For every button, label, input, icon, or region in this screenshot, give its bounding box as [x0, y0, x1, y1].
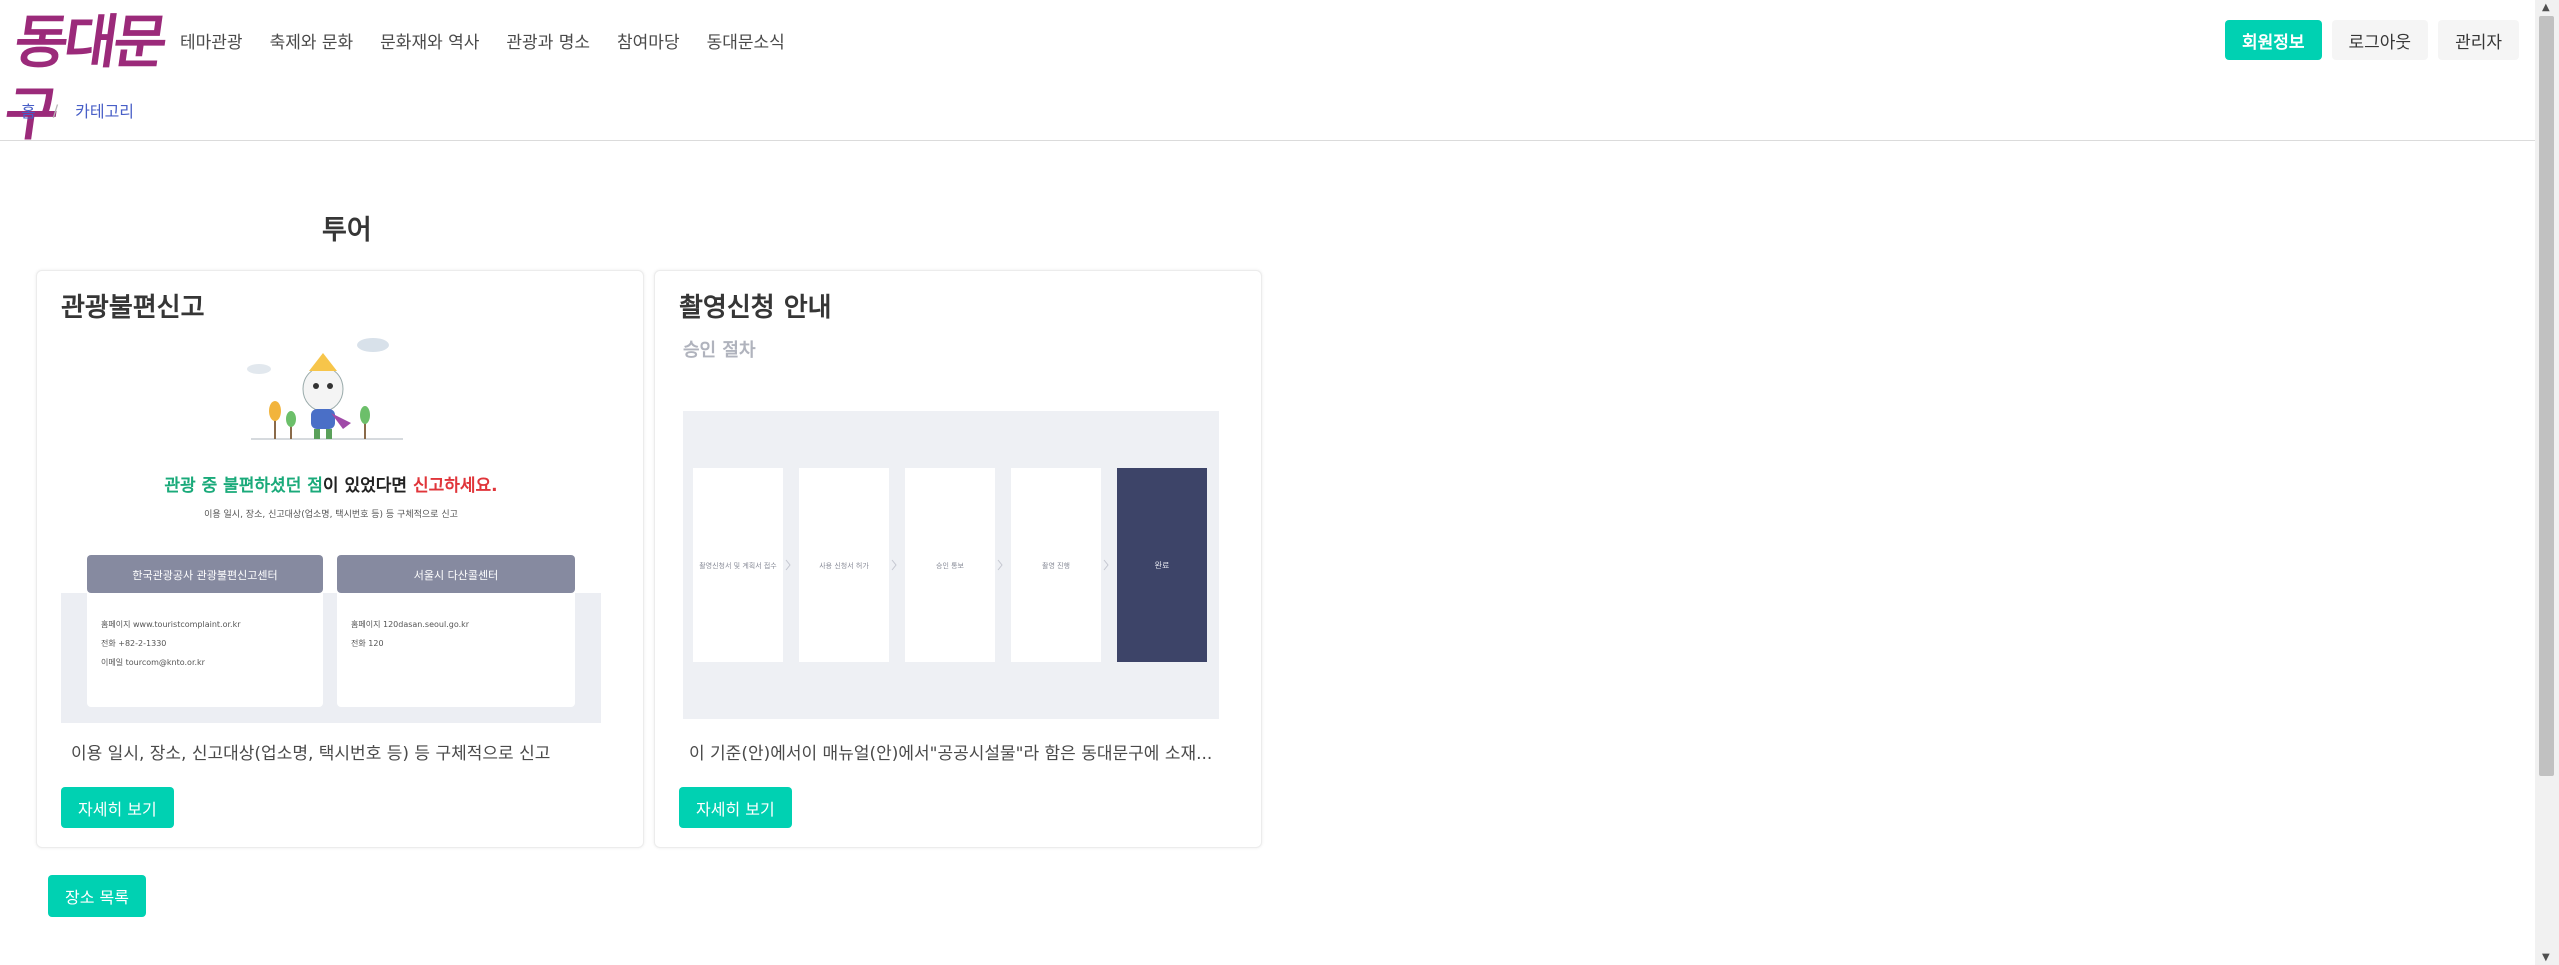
nav-item-attractions[interactable]: 관광과 명소 [506, 28, 590, 53]
site-logo[interactable]: 동대문구 [0, 6, 168, 148]
breadcrumb-current-link[interactable]: 카테고리 [75, 98, 134, 122]
box1-line-2: 전화 +82-2-1330 [101, 638, 166, 648]
page-scrollbar[interactable]: ▲ ▼ [2535, 0, 2559, 965]
box1-title: 한국관광공사 관광불편신고센터 [132, 569, 277, 582]
member-info-button[interactable]: 회원정보 [2224, 20, 2322, 60]
nav-actions: 회원정보 로그아웃 관리자 [2215, 20, 2519, 60]
box2-title: 서울시 다산콜센터 [414, 569, 498, 582]
process-step-4: 촬영 진행 [1042, 561, 1070, 570]
top-navbar: 동대문구 테마관광 축제와 문화 문화재와 역사 관광과 명소 참여마당 동대문… [0, 0, 2535, 148]
breadcrumb-separator: / [52, 100, 59, 120]
card-detail-button[interactable]: 자세히 보기 [679, 787, 792, 828]
complaint-banner-image: 관광 중 불편하셨던 점이 있었다면 신고하세요. 이용 일시, 장소, 신고대… [61, 331, 601, 723]
svg-text:관광 중 불편하셨던 점이 있었다면 신고하세요.: 관광 중 불편하셨던 점이 있었다면 신고하세요. [164, 475, 497, 496]
nav-item-participation[interactable]: 참여마당 [617, 28, 680, 53]
section-title: 투어 [322, 215, 372, 246]
card-description: 이 기준(안)에서이 매뉴얼(안)에서"공공시설물"라 함은 동대문구에 소재.… [689, 744, 1213, 764]
filming-process-image: 승인 절차 촬영신청서 및 계획서 접수 사용 신청서 허가 승인 통보 촬영 … [679, 336, 1219, 728]
scroll-down-arrow-icon[interactable]: ▼ [2542, 952, 2550, 963]
main-nav: 테마관광 축제와 문화 문화재와 역사 관광과 명소 참여마당 동대문소식 [180, 0, 812, 80]
banner-headline-part3: 신고하세요. [413, 476, 498, 496]
nav-item-festival-culture[interactable]: 축제와 문화 [270, 28, 354, 53]
card-tour-complaint: 관광불편신고 관광 중 불편하셨던 점이 있었다면 신고하세요. 이용 일시, … [36, 270, 644, 848]
banner-subline: 이용 일시, 장소, 신고대상(업소명, 택시번호 등) 등 구체적으로 신고 [204, 508, 458, 520]
card-title: 관광불편신고 [61, 293, 205, 323]
process-step-5: 완료 [1155, 561, 1170, 570]
logout-button[interactable]: 로그아웃 [2331, 20, 2429, 60]
card-filming-guide: 촬영신청 안내 승인 절차 촬영신청서 및 계획서 접수 사용 신청서 허가 승… [654, 270, 1262, 848]
process-step-3: 승인 통보 [936, 561, 965, 570]
process-step-1: 촬영신청서 및 계획서 접수 [699, 561, 777, 570]
banner-headline-part1: 관광 중 불편하셨던 점 [164, 476, 323, 496]
box2-line-1: 홈페이지 120dasan.seoul.go.kr [351, 619, 470, 629]
place-list-button[interactable]: 장소 목록 [48, 875, 146, 917]
box1-line-1: 홈페이지 www.touristcomplaint.or.kr [101, 619, 241, 629]
process-step-2: 사용 신청서 허가 [819, 561, 869, 570]
breadcrumb-home-link[interactable]: 홈 [21, 98, 36, 122]
scroll-thumb[interactable] [2539, 16, 2554, 776]
scroll-up-arrow-icon[interactable]: ▲ [2542, 2, 2550, 13]
card-detail-button[interactable]: 자세히 보기 [61, 787, 174, 828]
process-caption: 승인 절차 [683, 340, 756, 361]
logo-text: 동대문구 [0, 8, 168, 148]
card-title: 촬영신청 안내 [679, 293, 832, 323]
box2-line-2: 전화 120 [351, 638, 384, 648]
box1-line-3: 이메일 tourcom@knto.or.kr [101, 657, 206, 667]
nav-item-news[interactable]: 동대문소식 [707, 28, 785, 53]
header-divider [0, 140, 2535, 141]
nav-item-theme-tour[interactable]: 테마관광 [180, 28, 243, 53]
banner-headline-part2: 이 있었다면 [323, 475, 413, 496]
nav-item-heritage-history[interactable]: 문화재와 역사 [380, 28, 479, 53]
card-description: 이용 일시, 장소, 신고대상(업소명, 택시번호 등) 등 구체적으로 신고 [71, 744, 551, 764]
admin-button[interactable]: 관리자 [2438, 20, 2519, 60]
breadcrumb: 홈 / 카테고리 [21, 98, 134, 122]
